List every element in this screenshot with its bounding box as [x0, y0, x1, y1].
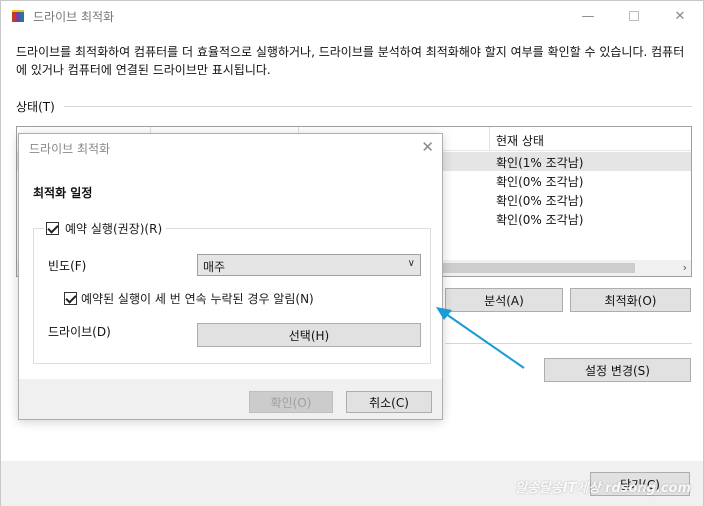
row-status: 확인(0% 조각남): [496, 213, 584, 227]
dialog-heading: 최적화 일정: [33, 186, 93, 200]
dialog-title: 드라이브 최적화: [29, 142, 111, 156]
row-status: 확인(0% 조각남): [496, 194, 584, 208]
frequency-label: 빈도(F): [48, 259, 87, 273]
schedule-dialog: 드라이브 최적화 ✕ 최적화 일정 예약 실행(권장)(R) 빈도(F) 매주 …: [18, 133, 443, 420]
cancel-button[interactable]: 취소(C): [346, 391, 432, 413]
close-icon: ✕: [674, 8, 686, 24]
notify-checkbox-row[interactable]: 예약된 실행이 세 번 연속 누락된 경우 알림(N): [64, 290, 314, 307]
chevron-down-icon: ∨: [407, 258, 415, 269]
notify-checkbox[interactable]: [64, 292, 77, 305]
choose-drives-button[interactable]: 선택(H): [197, 323, 421, 347]
window-title: 드라이브 최적화: [33, 10, 115, 24]
watermark-text: 알송달송IT세상 rdsong.com: [514, 481, 691, 496]
column-divider[interactable]: [489, 127, 490, 151]
status-separator: [64, 106, 692, 107]
status-group-label: 상태(T): [16, 100, 55, 114]
row-status: 확인(1% 조각남): [496, 156, 584, 170]
schedule-separator: [445, 343, 692, 344]
defrag-app-icon: [12, 10, 24, 22]
schedule-group: 예약 실행(권장)(R) 빈도(F) 매주 ∨ 예약된 실행이 세 번 연속 누…: [33, 220, 431, 364]
maximize-button[interactable]: [611, 1, 657, 31]
row-status: 확인(0% 조각남): [496, 175, 584, 189]
minimize-icon: —: [581, 8, 595, 24]
description-text: 드라이브를 최적화하여 컴퓨터를 더 효율적으로 실행하거나, 드라이브를 분석…: [16, 45, 685, 77]
scheduled-run-checkbox[interactable]: [46, 222, 59, 235]
scroll-right-icon[interactable]: ›: [683, 261, 687, 274]
title-bar: 드라이브 최적화 — ✕: [1, 1, 703, 31]
dialog-close-icon[interactable]: ✕: [421, 138, 434, 156]
change-settings-button[interactable]: 설정 변경(S): [544, 358, 691, 382]
scheduled-run-checkbox-row[interactable]: 예약 실행(권장)(R): [44, 220, 167, 237]
minimize-button[interactable]: —: [565, 1, 611, 31]
column-header-status[interactable]: 현재 상태: [496, 132, 544, 149]
close-window-button[interactable]: ✕: [657, 1, 703, 31]
frequency-value: 매주: [203, 260, 226, 274]
drives-label: 드라이브(D): [48, 325, 111, 339]
scheduled-run-label: 예약 실행(권장)(R): [65, 222, 163, 236]
dialog-footer: 확인(O) 취소(C): [19, 379, 442, 419]
maximize-icon: [629, 11, 639, 21]
analyze-button[interactable]: 분석(A): [445, 288, 563, 312]
frequency-select[interactable]: 매주 ∨: [197, 254, 421, 276]
optimize-button[interactable]: 최적화(O): [570, 288, 691, 312]
ok-button[interactable]: 확인(O): [249, 391, 333, 413]
notify-label: 예약된 실행이 세 번 연속 누락된 경우 알림(N): [81, 292, 314, 306]
